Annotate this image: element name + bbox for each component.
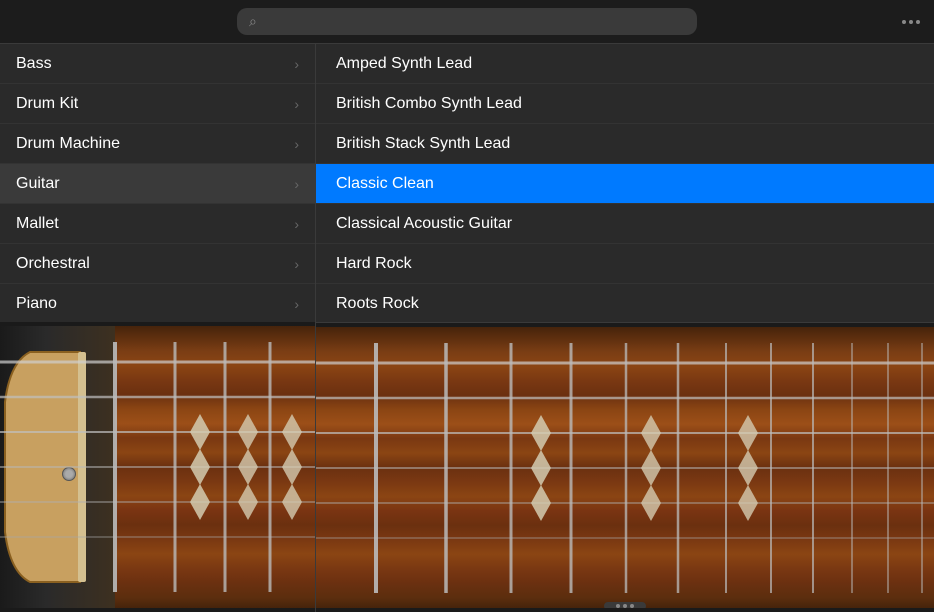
preset-label-british-combo-synth-lead: British Combo Synth Lead: [336, 95, 522, 113]
category-label-guitar: Guitar: [16, 175, 60, 193]
chevron-right-icon: ›: [294, 96, 299, 112]
preset-item-british-combo-synth-lead[interactable]: British Combo Synth Lead: [316, 84, 934, 124]
preset-label-hard-rock: Hard Rock: [336, 255, 412, 273]
chevron-right-icon: ›: [294, 56, 299, 72]
sidebar-item-bass[interactable]: Bass ›: [0, 44, 315, 84]
sidebar-item-piano[interactable]: Piano ›: [0, 284, 315, 322]
category-list: Bass › Drum Kit › Drum Machine › Guitar …: [0, 44, 315, 322]
preset-item-roots-rock[interactable]: Roots Rock: [316, 284, 934, 322]
menu-button[interactable]: [902, 20, 920, 24]
preset-item-classical-acoustic-guitar[interactable]: Classical Acoustic Guitar: [316, 204, 934, 244]
preset-item-british-stack-synth-lead[interactable]: British Stack Synth Lead: [316, 124, 934, 164]
chevron-right-icon: ›: [294, 296, 299, 312]
sidebar-item-drum-machine[interactable]: Drum Machine ›: [0, 124, 315, 164]
preset-item-amped-synth-lead[interactable]: Amped Synth Lead: [316, 44, 934, 84]
chevron-right-icon: ›: [294, 136, 299, 152]
preset-item-classic-clean[interactable]: Classic Clean: [316, 164, 934, 204]
search-field-container[interactable]: ⌕: [237, 8, 697, 35]
preset-item-hard-rock[interactable]: Hard Rock: [316, 244, 934, 284]
category-label-piano: Piano: [16, 295, 57, 313]
right-panel: Amped Synth Lead British Combo Synth Lead…: [316, 44, 934, 612]
preset-label-amped-synth-lead: Amped Synth Lead: [336, 55, 472, 73]
preset-label-roots-rock: Roots Rock: [336, 295, 419, 313]
fretboard-right: [316, 322, 934, 612]
search-bar: ⌕: [0, 0, 934, 44]
preset-label-british-stack-synth-lead: British Stack Synth Lead: [336, 135, 510, 153]
menu-dot-1: [902, 20, 906, 24]
preset-label-classic-clean: Classic Clean: [336, 175, 434, 193]
preset-label-classical-acoustic-guitar: Classical Acoustic Guitar: [336, 215, 512, 233]
chevron-right-icon: ›: [294, 216, 299, 232]
sidebar-item-mallet[interactable]: Mallet ›: [0, 204, 315, 244]
sidebar-item-drum-kit[interactable]: Drum Kit ›: [0, 84, 315, 124]
category-label-drum-kit: Drum Kit: [16, 95, 78, 113]
sidebar-item-guitar[interactable]: Guitar ›: [0, 164, 315, 204]
left-panel: Bass › Drum Kit › Drum Machine › Guitar …: [0, 44, 316, 612]
category-label-mallet: Mallet: [16, 215, 59, 233]
menu-dot-3: [916, 20, 920, 24]
category-label-orchestral: Orchestral: [16, 255, 90, 273]
main-content: Bass › Drum Kit › Drum Machine › Guitar …: [0, 44, 934, 612]
menu-dot-2: [909, 20, 913, 24]
fretboard-left: [0, 322, 315, 612]
sidebar-item-orchestral[interactable]: Orchestral ›: [0, 244, 315, 284]
chevron-right-icon: ›: [294, 256, 299, 272]
category-label-bass: Bass: [16, 55, 52, 73]
preset-list: Amped Synth Lead British Combo Synth Lead…: [316, 44, 934, 322]
chevron-right-icon: ›: [294, 176, 299, 192]
search-icon: ⌕: [249, 13, 257, 30]
category-label-drum-machine: Drum Machine: [16, 135, 120, 153]
